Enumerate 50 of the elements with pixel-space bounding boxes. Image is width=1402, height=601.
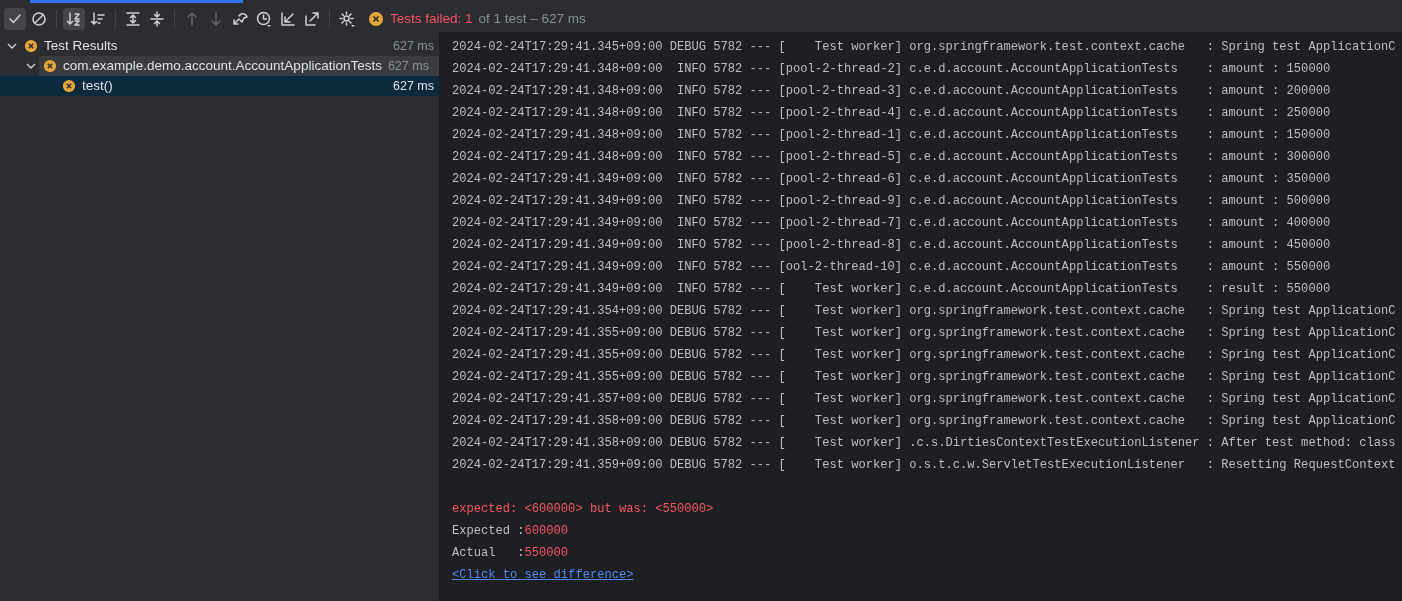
tree-item-label: com.example.demo.account.AccountApplicationTests [63, 56, 382, 75]
actual-label: Actual : [452, 546, 525, 560]
sort-alpha-icon [65, 10, 83, 28]
log-line: 2024-02-24T17:29:41.358+09:00 DEBUG 5782 --- [ Test worker] org.springframework.test.context.cache : Spring test ApplicationC [452, 413, 1397, 430]
expected-value: 600000 [524, 524, 569, 538]
sort-alpha-button[interactable] [63, 8, 85, 30]
failed-icon [24, 39, 38, 53]
sort-duration-icon [89, 10, 107, 28]
log-line: 2024-02-24T17:29:41.355+09:00 DEBUG 5782 --- [ Test worker] org.springframework.test.context.cache : Spring test ApplicationC [452, 369, 1397, 386]
log-line: 2024-02-24T17:29:41.349+09:00 INFO 5782 --- [pool-2-thread-8] c.e.d.account.AccountApplicationTests : amount : 450000 [452, 237, 1332, 254]
log-line: 2024-02-24T17:29:41.355+09:00 DEBUG 5782 --- [ Test worker] org.springframework.test.context.cache : Spring test ApplicationC [452, 347, 1397, 364]
log-line: 2024-02-24T17:29:41.357+09:00 DEBUG 5782 --- [ Test worker] org.springframework.test.context.cache : Spring test ApplicationC [452, 391, 1397, 408]
log-line: 2024-02-24T17:29:41.359+09:00 DEBUG 5782 --- [ Test worker] o.s.t.c.w.ServletTestExecutionListener : Resetting RequestContext [452, 457, 1397, 474]
duration-text: 627 ms [393, 77, 435, 95]
log-line: 2024-02-24T17:29:41.348+09:00 INFO 5782 --- [pool-2-thread-1] c.e.d.account.AccountApplicationTests : amount : 150000 [452, 127, 1332, 144]
actual-value: 550000 [524, 546, 569, 560]
log-line: 2024-02-24T17:29:41.358+09:00 DEBUG 5782 --- [ Test worker] .c.s.DirtiesContextTestExecutionListener : After test method: class [452, 435, 1397, 452]
clock-icon [255, 10, 273, 28]
tree-item-label: Test Results [44, 36, 118, 55]
log-line: 2024-02-24T17:29:41.349+09:00 INFO 5782 --- [pool-2-thread-9] c.e.d.account.AccountApplicationTests : amount : 500000 [452, 193, 1332, 210]
log-line: 2024-02-24T17:29:41.354+09:00 DEBUG 5782 --- [ Test worker] org.springframework.test.context.cache : Spring test ApplicationC [452, 303, 1397, 320]
tree-item[interactable]: test() 627 ms [0, 76, 439, 96]
log-line: 2024-02-24T17:29:41.348+09:00 INFO 5782 --- [pool-2-thread-4] c.e.d.account.AccountApplicationTests : amount : 250000 [452, 105, 1332, 122]
check-button[interactable] [4, 8, 26, 30]
tree-item-label: test() [82, 76, 113, 95]
failed-icon [43, 59, 57, 73]
failed-icon [368, 11, 384, 27]
import-icon [279, 10, 297, 28]
error-message: expected: <600000> but was: <550000> [452, 501, 715, 518]
log-line: 2024-02-24T17:29:41.349+09:00 INFO 5782 --- [ Test worker] c.e.d.account.AccountApplicationTests : result : 550000 [452, 281, 1332, 298]
log-line: 2024-02-24T17:29:41.348+09:00 INFO 5782 --- [pool-2-thread-3] c.e.d.account.AccountApplicationTests : amount : 200000 [452, 83, 1332, 100]
collapse-all-icon [148, 10, 166, 28]
log-line: 2024-02-24T17:29:41.348+09:00 INFO 5782 --- [pool-2-thread-2] c.e.d.account.AccountApplicationTests : amount : 150000 [452, 61, 1332, 78]
log-line: 2024-02-24T17:29:41.348+09:00 INFO 5782 --- [pool-2-thread-5] c.e.d.account.AccountApplicationTests : amount : 300000 [452, 149, 1332, 166]
ignored-icon [30, 10, 48, 28]
log-line: 2024-02-24T17:29:41.345+09:00 DEBUG 5782 --- [ Test worker] org.springframework.test.context.cache : Spring test ApplicationC [452, 39, 1397, 56]
export-icon [303, 10, 321, 28]
duration-text: 627 ms [393, 37, 435, 55]
log-line: 2024-02-24T17:29:41.349+09:00 INFO 5782 --- [ool-2-thread-10] c.e.d.account.AccountApplicationTests : amount : 550000 [452, 259, 1332, 276]
log-line: 2024-02-24T17:29:41.355+09:00 DEBUG 5782 --- [ Test worker] org.springframework.test.context.cache : Spring test ApplicationC [452, 325, 1397, 342]
log-line: 2024-02-24T17:29:41.349+09:00 INFO 5782 --- [pool-2-thread-7] c.e.d.account.AccountApplicationTests : amount : 400000 [452, 215, 1332, 232]
log-line: 2024-02-24T17:29:41.349+09:00 INFO 5782 --- [pool-2-thread-6] c.e.d.account.AccountApplicationTests : amount : 350000 [452, 171, 1332, 188]
status-summary-text: of 1 test – 627 ms [478, 9, 586, 28]
tree-item[interactable]: Test Results 627 ms [0, 36, 439, 56]
failed-icon [62, 79, 76, 93]
expected-label: Expected : [452, 524, 525, 538]
diff-link[interactable]: <Click to see difference> [452, 568, 634, 582]
expand-all-icon [124, 10, 142, 28]
status-failed-text: Tests failed: 1 [390, 9, 473, 28]
duration-text: 627 ms [387, 57, 430, 75]
